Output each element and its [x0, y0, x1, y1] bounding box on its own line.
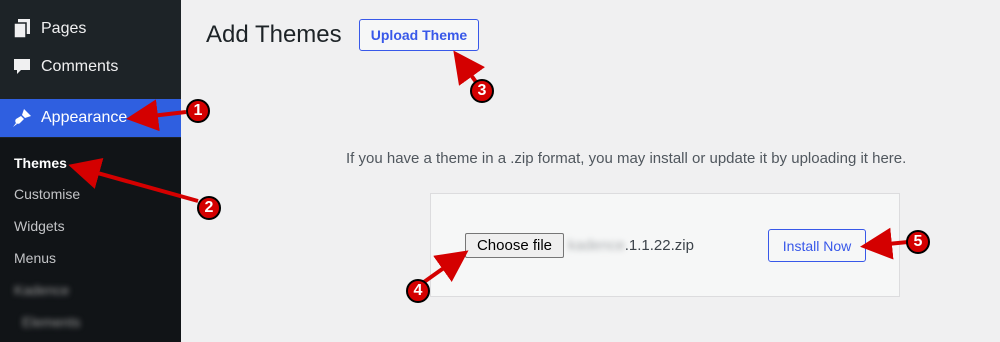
pages-icon — [12, 19, 32, 39]
paintbrush-icon — [12, 108, 32, 128]
callout-badge-2: 2 — [197, 196, 221, 220]
submenu-item-menus[interactable]: Menus — [14, 250, 56, 266]
install-now-button[interactable]: Install Now — [768, 229, 866, 262]
file-name-suffix: .1.1.22.zip — [624, 237, 694, 254]
upload-help-text: If you have a theme in a .zip format, yo… — [346, 150, 907, 167]
sidebar-item-label: Appearance — [41, 109, 128, 126]
page-title: Add Themes — [206, 21, 342, 48]
comments-icon — [12, 57, 32, 77]
choose-file-button[interactable]: Choose file — [465, 233, 564, 258]
appearance-submenu: Themes Customise Widgets Menus Kadence E… — [0, 138, 181, 342]
callout-badge-3: 3 — [470, 79, 494, 103]
upload-theme-button[interactable]: Upload Theme — [359, 19, 479, 51]
sidebar-item-appearance[interactable]: Appearance — [0, 99, 181, 137]
file-name-blurred: kadence — [568, 237, 625, 254]
arrow-3 — [453, 50, 486, 86]
sidebar-item-label: Comments — [41, 58, 119, 75]
submenu-item-kadence[interactable]: Kadence — [14, 282, 69, 298]
sidebar-item-comments[interactable]: Comments — [0, 48, 181, 86]
callout-badge-1: 1 — [186, 99, 210, 123]
callout-badge-4: 4 — [406, 279, 430, 303]
selected-file-name: kadence.1.1.22.zip — [568, 237, 694, 254]
sidebar-item-label: Pages — [41, 20, 87, 37]
submenu-item-elements[interactable]: Elements — [22, 314, 80, 330]
callout-badge-5: 5 — [906, 230, 930, 254]
admin-sidebar: Pages Comments Appearance Themes Customi… — [0, 0, 181, 342]
submenu-item-customise[interactable]: Customise — [14, 186, 80, 202]
submenu-item-widgets[interactable]: Widgets — [14, 218, 65, 234]
sidebar-item-pages[interactable]: Pages — [0, 10, 181, 48]
submenu-item-themes[interactable]: Themes — [14, 155, 67, 171]
